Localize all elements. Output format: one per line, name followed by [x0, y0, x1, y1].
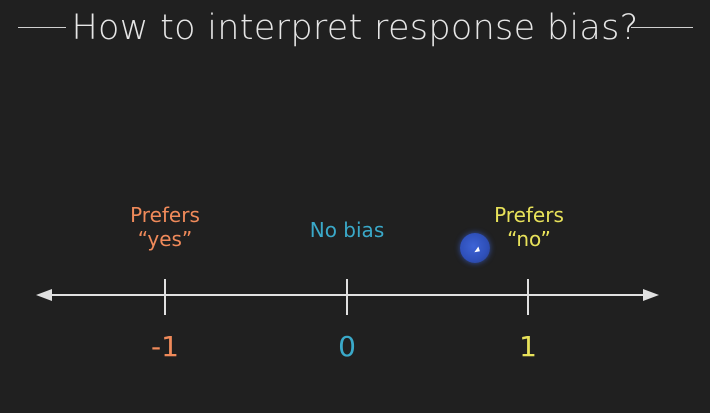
tick-label-minus-one: -1 — [151, 330, 179, 363]
right-arrowhead — [643, 289, 659, 301]
label-no-bias: No bias — [287, 218, 407, 242]
label-prefers-yes-line1: Prefers — [130, 203, 200, 227]
tick-label-one: 1 — [519, 330, 537, 363]
label-prefers-yes-line2: “yes” — [137, 227, 193, 251]
label-no-bias-line1: No bias — [309, 218, 385, 242]
tick-label-zero: 0 — [338, 330, 356, 363]
label-prefers-yes: Prefers “yes” — [105, 203, 225, 251]
left-arrowhead — [36, 289, 52, 301]
label-prefers-no-line1: Prefers — [494, 203, 564, 227]
cursor-highlight — [460, 233, 490, 263]
